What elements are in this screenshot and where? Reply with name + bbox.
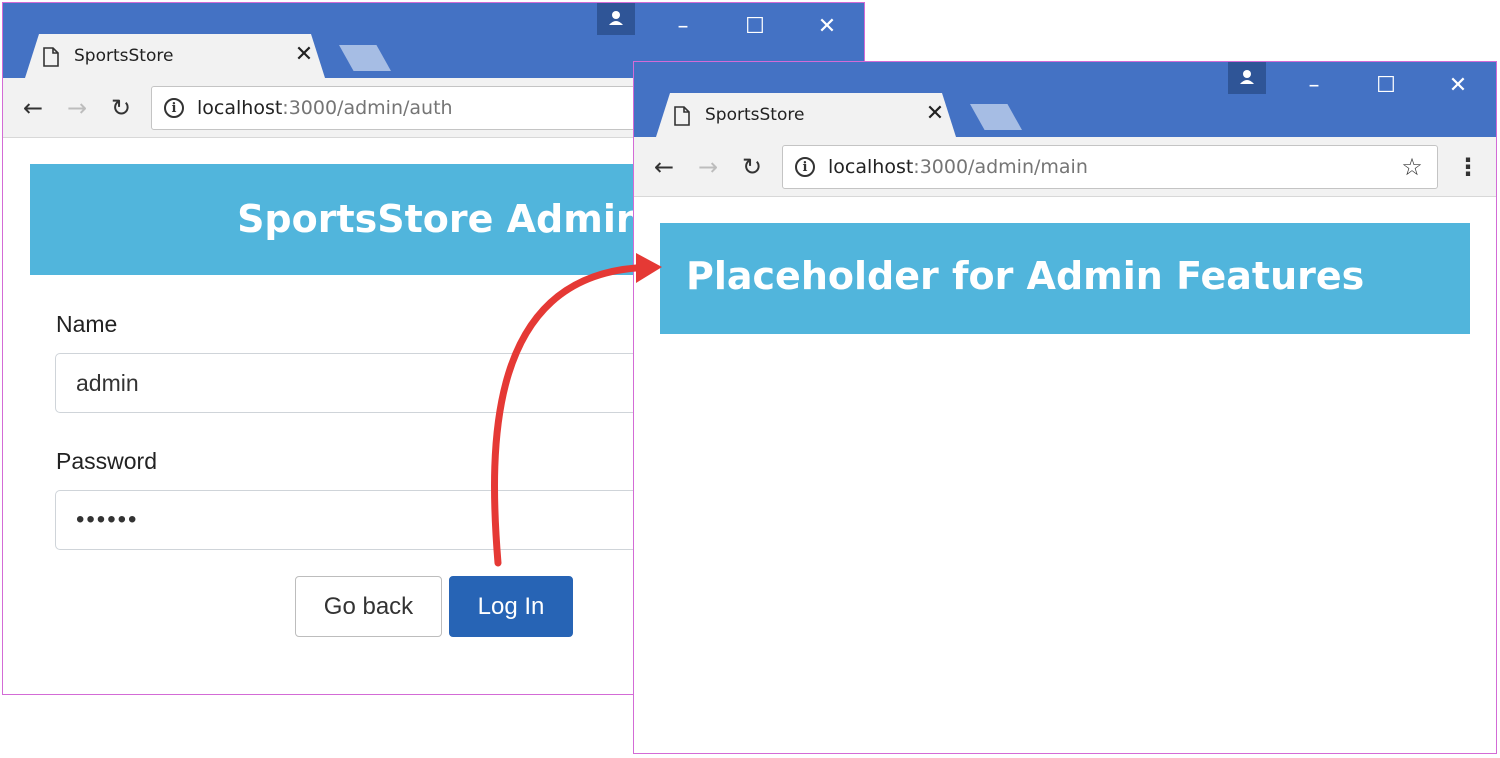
maximize-icon[interactable]: ☐ xyxy=(739,11,771,43)
reload-icon[interactable]: ↻ xyxy=(736,151,768,183)
url-text: localhost:3000/admin/main xyxy=(828,156,1088,178)
window-close-icon[interactable]: ✕ xyxy=(1442,70,1474,102)
profile-icon[interactable] xyxy=(597,3,635,35)
login-button[interactable]: Log In xyxy=(449,576,573,637)
page-content: Placeholder for Admin Features xyxy=(634,198,1496,753)
window-close-icon[interactable]: ✕ xyxy=(811,11,843,43)
minimize-icon[interactable]: – xyxy=(1298,70,1330,102)
profile-icon[interactable] xyxy=(1228,62,1266,94)
close-icon[interactable]: ✕ xyxy=(924,102,946,126)
tab-title: SportsStore xyxy=(74,46,174,66)
back-arrow-icon[interactable]: ← xyxy=(648,151,680,183)
page-banner: Placeholder for Admin Features xyxy=(660,223,1470,334)
tab-sportsstore[interactable]: SportsStore ✕ xyxy=(25,34,325,78)
tab-sportsstore[interactable]: SportsStore ✕ xyxy=(656,93,956,137)
back-arrow-icon[interactable]: ← xyxy=(17,92,49,124)
close-icon[interactable]: ✕ xyxy=(293,43,315,67)
url-text: localhost:3000/admin/auth xyxy=(197,97,453,119)
go-back-button[interactable]: Go back xyxy=(295,576,442,637)
browser-toolbar: ← → ↻ i localhost:3000/admin/main ☆ ⋮ xyxy=(634,137,1496,197)
menu-icon[interactable]: ⋮ xyxy=(1456,151,1480,183)
minimize-icon[interactable]: – xyxy=(667,11,699,43)
new-tab-button[interactable] xyxy=(970,104,1022,130)
info-icon[interactable]: i xyxy=(795,157,815,177)
titlebar: SportsStore ✕ – ☐ ✕ xyxy=(634,62,1496,137)
new-tab-button[interactable] xyxy=(339,45,391,71)
name-label: Name xyxy=(56,311,118,337)
forward-arrow-icon[interactable]: → xyxy=(692,151,724,183)
maximize-icon[interactable]: ☐ xyxy=(1370,70,1402,102)
reload-icon[interactable]: ↻ xyxy=(105,92,137,124)
forward-arrow-icon[interactable]: → xyxy=(61,92,93,124)
tab-title: SportsStore xyxy=(705,105,805,125)
address-bar[interactable]: i localhost:3000/admin/main ☆ xyxy=(782,145,1438,189)
page-icon xyxy=(674,106,690,126)
info-icon[interactable]: i xyxy=(164,98,184,118)
password-label: Password xyxy=(56,448,157,474)
star-icon[interactable]: ☆ xyxy=(1397,152,1427,182)
browser-window-main: SportsStore ✕ – ☐ ✕ ← → ↻ i localhost:30… xyxy=(633,61,1497,754)
page-icon xyxy=(43,47,59,67)
